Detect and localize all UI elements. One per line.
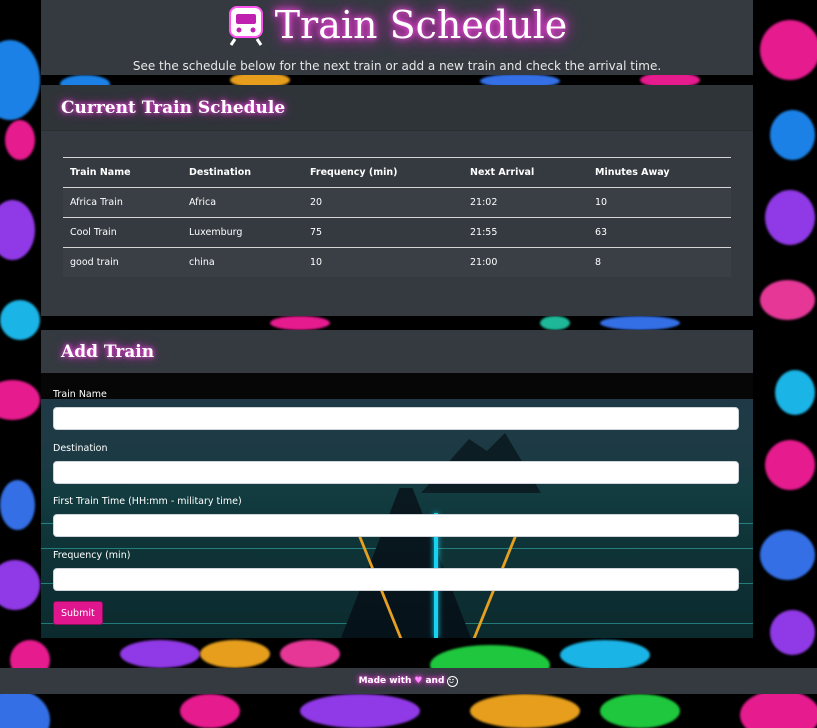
- column-header-train-name: Train Name: [70, 167, 131, 178]
- page-footer: Made with ♥ and: [0, 668, 817, 694]
- cell-next-arrival: 21:02: [470, 197, 498, 208]
- column-header-destination: Destination: [189, 167, 252, 178]
- train-icon: [227, 5, 265, 46]
- footer-and: and: [425, 676, 445, 686]
- cell-train-name: good train: [70, 257, 119, 268]
- cell-frequency: 20: [310, 197, 323, 208]
- cell-destination: Luxemburg: [189, 227, 243, 238]
- page-header: Train Schedule See the schedule below fo…: [41, 0, 753, 75]
- smile-icon: [447, 675, 459, 687]
- cell-destination: china: [189, 257, 215, 268]
- frequency-input[interactable]: [53, 568, 739, 591]
- page-subtitle: See the schedule below for the next trai…: [132, 59, 662, 73]
- cell-frequency: 10: [310, 257, 323, 268]
- cell-destination: Africa: [189, 197, 217, 208]
- add-train-form: Train Name Destination First Train Time …: [41, 373, 753, 638]
- submit-button[interactable]: Submit: [53, 601, 103, 625]
- column-header-next-arrival: Next Arrival: [470, 167, 535, 178]
- column-header-frequency: Frequency (min): [310, 167, 398, 178]
- schedule-table: Train Name Destination Frequency (min) N…: [63, 157, 731, 277]
- add-train-card-header: Add Train: [41, 330, 753, 373]
- cell-minutes-away: 10: [595, 197, 608, 208]
- form-top-strip: [41, 373, 753, 399]
- frequency-label: Frequency (min): [53, 550, 131, 561]
- destination-input[interactable]: [53, 461, 739, 484]
- train-name-label: Train Name: [53, 389, 107, 400]
- first-train-time-label: First Train Time (HH:mm - military time): [53, 496, 242, 507]
- heart-icon: ♥: [414, 676, 423, 686]
- footer-made-with: Made with: [358, 676, 412, 686]
- schedule-card-header: Current Train Schedule: [41, 85, 753, 131]
- cell-next-arrival: 21:55: [470, 227, 498, 238]
- cell-next-arrival: 21:00: [470, 257, 498, 268]
- cell-train-name: Africa Train: [70, 197, 123, 208]
- train-name-input[interactable]: [53, 407, 739, 430]
- road-decoration: [341, 488, 471, 638]
- table-row: Africa Train Africa 20 21:02 10: [63, 187, 731, 218]
- first-train-time-input[interactable]: [53, 514, 739, 537]
- schedule-title: Current Train Schedule: [61, 97, 286, 118]
- cell-train-name: Cool Train: [70, 227, 117, 238]
- table-row: good train china 10 21:00 8: [63, 247, 731, 277]
- destination-label: Destination: [53, 443, 108, 454]
- table-row: Cool Train Luxemburg 75 21:55 63: [63, 218, 731, 248]
- cell-frequency: 75: [310, 227, 323, 238]
- add-train-title: Add Train: [61, 341, 155, 362]
- column-header-minutes-away: Minutes Away: [595, 167, 670, 178]
- page-title: Train Schedule: [274, 3, 568, 47]
- cell-minutes-away: 63: [595, 227, 608, 238]
- cell-minutes-away: 8: [595, 257, 602, 268]
- schedule-card: Current Train Schedule Train Name Destin…: [41, 85, 753, 316]
- table-header-row: Train Name Destination Frequency (min) N…: [63, 157, 731, 188]
